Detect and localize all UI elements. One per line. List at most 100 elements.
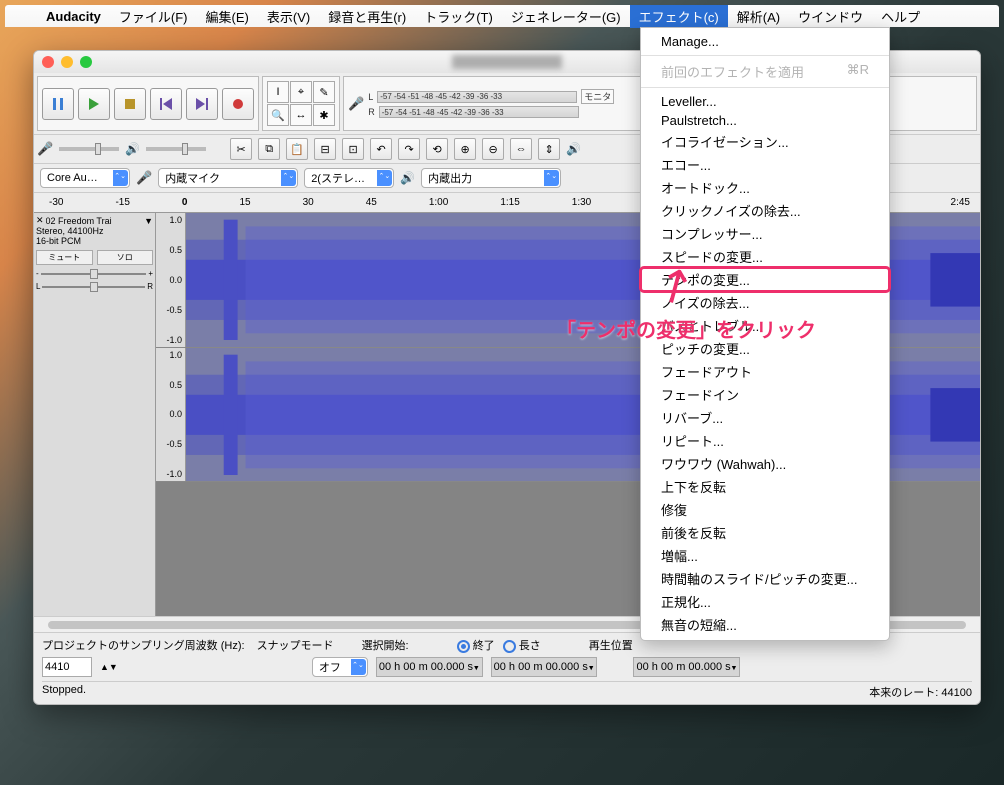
menu-item-effect[interactable]: リピート... — [641, 429, 889, 452]
stop-button[interactable] — [114, 88, 146, 120]
menu-generate[interactable]: ジェネレーター(G) — [502, 5, 630, 28]
menu-tracks[interactable]: トラック(T) — [415, 5, 502, 28]
timeshift-tool[interactable]: ↔ — [290, 104, 312, 126]
effect-dropdown-menu: Manage... 前回のエフェクトを適用⌘R Leveller...Pauls… — [640, 27, 890, 641]
meter-r-label: R — [368, 107, 375, 117]
menu-help[interactable]: ヘルプ — [872, 5, 929, 28]
status-text: Stopped. — [42, 684, 86, 700]
window-title-redacted — [452, 55, 562, 69]
microphone-icon: 🎤 — [348, 96, 364, 112]
menu-item-effect[interactable]: ピッチの変更... — [641, 337, 889, 360]
menu-item-effect[interactable]: 時間軸のスライド/ピッチの変更... — [641, 567, 889, 590]
menu-item-effect[interactable]: オートドック... — [641, 176, 889, 199]
menu-item-effect[interactable]: Leveller... — [641, 92, 889, 111]
menu-item-effect[interactable]: リバーブ... — [641, 406, 889, 429]
sample-rate-input[interactable]: 4410 — [42, 657, 92, 677]
menu-edit[interactable]: 編集(E) — [197, 5, 258, 28]
menu-item-effect[interactable]: Paulstretch... — [641, 111, 889, 130]
track-format-info: Stereo, 44100Hz — [36, 226, 153, 236]
gain-slider[interactable]: -+ — [36, 269, 153, 278]
input-channels-select[interactable]: 2(ステレ… — [304, 168, 394, 188]
menu-view[interactable]: 表示(V) — [258, 5, 319, 28]
speaker-volume-icon: 🔊 — [125, 142, 140, 156]
undo-button[interactable]: ↶ — [370, 138, 392, 160]
menu-item-effect[interactable]: 増幅... — [641, 544, 889, 567]
play-button[interactable] — [78, 88, 110, 120]
menu-item-effect[interactable]: バスとトレブル... — [641, 314, 889, 337]
zoom-out-button[interactable]: ⊖ — [482, 138, 504, 160]
window-zoom-button[interactable] — [80, 56, 92, 68]
end-radio[interactable] — [457, 640, 470, 653]
menu-item-effect[interactable]: クリックノイズの除去... — [641, 199, 889, 222]
track-bitdepth-info: 16-bit PCM — [36, 236, 153, 246]
menu-transport[interactable]: 録音と再生(r) — [319, 5, 415, 28]
menu-window[interactable]: ウインドウ — [789, 5, 872, 28]
menu-item-effect[interactable]: ノイズの除去... — [641, 291, 889, 314]
rec-meter-r[interactable]: -57 -54 -51 -48 -45 -42 -39 -36 -33 — [379, 106, 579, 118]
menu-item-manage[interactable]: Manage... — [641, 32, 889, 51]
envelope-tool[interactable]: ⌖ — [290, 81, 312, 103]
skip-end-button[interactable] — [186, 88, 218, 120]
menu-item-effect[interactable]: フェードアウト — [641, 360, 889, 383]
menu-item-effect[interactable]: 上下を反転 — [641, 475, 889, 498]
mute-button[interactable]: ミュート — [36, 250, 93, 265]
menu-item-effect[interactable]: スピードの変更... — [641, 245, 889, 268]
redo-button[interactable]: ↷ — [398, 138, 420, 160]
vertical-scale-1[interactable]: 1.0 0.5 0.0 -0.5 -1.0 — [156, 213, 186, 347]
paste-button[interactable]: 📋 — [286, 138, 308, 160]
output-device-select[interactable]: 内蔵出力 — [421, 168, 561, 188]
menu-item-effect[interactable]: 正規化... — [641, 590, 889, 613]
trim-button[interactable]: ⊟ — [314, 138, 336, 160]
menu-item-effect[interactable]: 無音の短縮... — [641, 613, 889, 636]
solo-button[interactable]: ソロ — [97, 250, 154, 265]
snap-select[interactable]: オフ — [312, 657, 368, 677]
playback-meter-speaker-icon: 🔊 — [566, 142, 581, 156]
length-radio[interactable] — [503, 640, 516, 653]
zoom-in-button[interactable]: ⊕ — [454, 138, 476, 160]
selection-tool[interactable]: I — [267, 81, 289, 103]
cut-button[interactable]: ✂ — [230, 138, 252, 160]
record-button[interactable] — [222, 88, 254, 120]
menu-effect[interactable]: エフェクト(c) — [630, 5, 728, 28]
menu-item-effect[interactable]: エコー... — [641, 153, 889, 176]
menu-item-effect[interactable]: イコライゼーション... — [641, 130, 889, 153]
menu-item-effect[interactable]: フェードイン — [641, 383, 889, 406]
selection-start-time[interactable]: 00 h 00 m 00.000 s▾ — [376, 657, 483, 677]
menu-item-effect[interactable]: テンポの変更... — [641, 268, 889, 291]
window-minimize-button[interactable] — [61, 56, 73, 68]
menu-item-effect[interactable]: 修復 — [641, 498, 889, 521]
track-control-panel[interactable]: ✕ 02 Freedom Trai ▼ Stereo, 44100Hz 16-b… — [34, 213, 156, 616]
menu-item-effect[interactable]: ワウワウ (Wahwah)... — [641, 452, 889, 475]
fit-project-button[interactable]: ⇕ — [538, 138, 560, 160]
menu-file[interactable]: ファイル(F) — [110, 5, 197, 28]
mac-menubar: Audacity ファイル(F) 編集(E) 表示(V) 録音と再生(r) トラ… — [5, 5, 999, 27]
zoom-tool[interactable]: 🔍 — [267, 104, 289, 126]
menu-item-effect[interactable]: 前後を反転 — [641, 521, 889, 544]
input-volume-slider[interactable] — [59, 147, 119, 151]
monitor-button[interactable]: モニタ — [581, 89, 614, 104]
skip-start-button[interactable] — [150, 88, 182, 120]
silence-button[interactable]: ⊡ — [342, 138, 364, 160]
sync-lock-button[interactable]: ⟲ — [426, 138, 448, 160]
audio-host-select[interactable]: Core Au… — [40, 168, 130, 188]
copy-button[interactable]: ⧉ — [258, 138, 280, 160]
input-device-select[interactable]: 内蔵マイク — [158, 168, 298, 188]
pause-button[interactable] — [42, 88, 74, 120]
fit-selection-button[interactable]: ⇔ — [510, 138, 532, 160]
window-close-button[interactable] — [42, 56, 54, 68]
track-name[interactable]: 02 Freedom Trai — [46, 216, 143, 226]
output-device-icon: 🔊 — [400, 171, 415, 185]
track-close-icon[interactable]: ✕ — [36, 215, 44, 226]
vertical-scale-2[interactable]: 1.0 0.5 0.0 -0.5 -1.0 — [156, 348, 186, 482]
output-volume-slider[interactable] — [146, 147, 206, 151]
menu-item-effect[interactable]: コンプレッサー... — [641, 222, 889, 245]
menu-analyze[interactable]: 解析(A) — [728, 5, 789, 28]
menubar-app-name[interactable]: Audacity — [37, 7, 110, 26]
rec-meter-l[interactable]: -57 -54 -51 -48 -45 -42 -39 -36 -33 — [377, 91, 577, 103]
pan-slider[interactable]: LR — [36, 282, 153, 291]
draw-tool[interactable]: ✎ — [313, 81, 335, 103]
multi-tool[interactable]: ✱ — [313, 104, 335, 126]
playback-position-time[interactable]: 00 h 00 m 00.000 s▾ — [633, 657, 740, 677]
track-menu-icon[interactable]: ▼ — [144, 216, 153, 226]
selection-end-time[interactable]: 00 h 00 m 00.000 s▾ — [491, 657, 598, 677]
